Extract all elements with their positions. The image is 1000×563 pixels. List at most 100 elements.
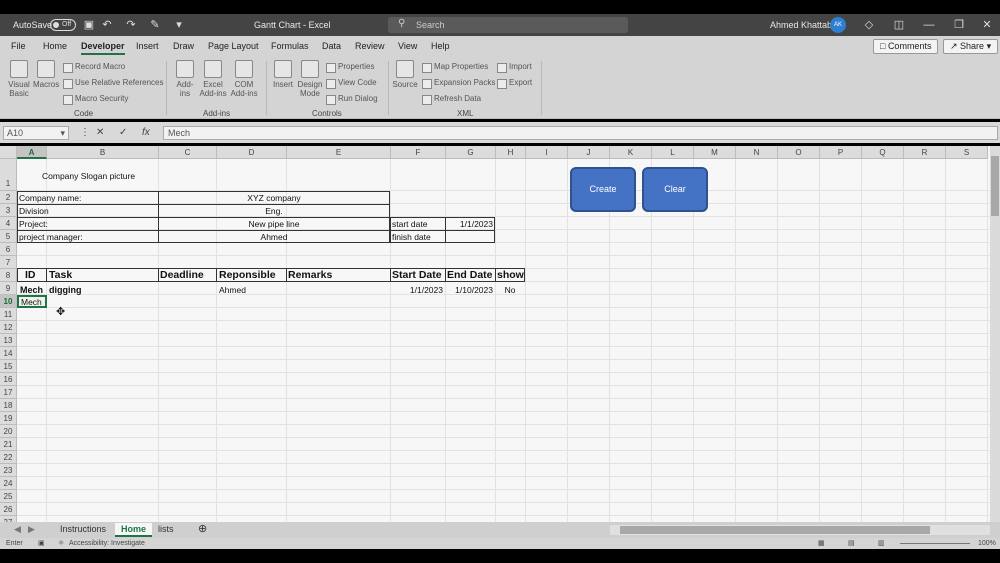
cancel-icon[interactable]: ✕ [96, 127, 104, 138]
comments-button[interactable]: □ Comments [873, 39, 939, 54]
column-header[interactable]: P [820, 146, 862, 159]
tab-developer[interactable]: Developer [81, 41, 125, 55]
autosave-toggle[interactable]: Off [50, 19, 76, 31]
column-header[interactable]: M [694, 146, 736, 159]
row-header[interactable]: 20 [0, 425, 17, 438]
row-header[interactable]: 2 [0, 191, 17, 204]
column-header[interactable]: L [652, 146, 694, 159]
header-id[interactable]: ID [25, 268, 36, 282]
tab-insert[interactable]: Insert [136, 41, 159, 51]
row-header[interactable]: 5 [0, 230, 17, 243]
view-code-button[interactable]: View Code [326, 78, 377, 89]
row-header[interactable]: 15 [0, 360, 17, 373]
row-header[interactable]: 23 [0, 464, 17, 477]
sheet-tab-lists[interactable]: lists [152, 523, 180, 537]
design-mode-button[interactable]: Design Mode [296, 60, 324, 98]
header-task[interactable]: Task [49, 268, 72, 282]
sheet-tab-instructions[interactable]: Instructions [54, 523, 112, 537]
company-name-label[interactable]: Company name: [19, 192, 81, 204]
worksheet-grid[interactable]: ABCDEFGHIJKLMNOPQRS 1 2 3 4 5 6 7 8 9 10 11 12 13 14 1… [0, 146, 990, 522]
visual-basic-button[interactable]: Visual Basic [6, 60, 32, 98]
formula-input[interactable]: Mech [163, 126, 998, 140]
start-date-label[interactable]: start date [392, 218, 427, 230]
row-header[interactable]: 3 [0, 204, 17, 217]
row-header[interactable]: 12 [0, 321, 17, 334]
row-header[interactable]: 6 [0, 243, 17, 256]
column-header[interactable]: S [946, 146, 988, 159]
scroll-tabs-right-icon[interactable]: ▶ [22, 523, 41, 537]
minimize-icon[interactable]: — [922, 18, 936, 32]
finish-date-label[interactable]: finish date [392, 231, 431, 243]
task-responsible-cell[interactable]: Ahmed [219, 284, 246, 296]
excel-add-ins-button[interactable]: Excel Add-ins [198, 60, 228, 98]
horizontal-scroll-thumb[interactable] [620, 526, 930, 534]
tab-view[interactable]: View [398, 41, 417, 51]
zoom-level[interactable]: 100% [978, 540, 996, 547]
column-header[interactable]: N [736, 146, 778, 159]
column-header[interactable]: K [610, 146, 652, 159]
macro-security-button[interactable]: Macro Security [63, 94, 128, 105]
record-macro-button[interactable]: Record Macro [63, 62, 125, 73]
row-header[interactable]: 22 [0, 451, 17, 464]
customize-toolbar-icon[interactable]: ▾ [172, 18, 186, 32]
header-remarks[interactable]: Remarks [288, 268, 332, 282]
column-header[interactable]: J [568, 146, 610, 159]
create-button[interactable]: Create [570, 167, 636, 212]
tab-formulas[interactable]: Formulas [271, 41, 309, 51]
header-reponsible[interactable]: Reponsible [219, 268, 276, 282]
row-header[interactable]: 13 [0, 334, 17, 347]
macro-record-icon[interactable]: ▣ [38, 539, 45, 547]
column-header[interactable]: R [904, 146, 946, 159]
column-header[interactable]: E [287, 146, 391, 159]
insert-control-button[interactable]: Insert [270, 60, 296, 89]
ribbon-display-icon[interactable]: ◫ [892, 18, 906, 32]
column-header[interactable]: F [391, 146, 446, 159]
row-header[interactable]: 21 [0, 438, 17, 451]
tab-draw[interactable]: Draw [173, 41, 194, 51]
properties-button[interactable]: Properties [326, 62, 374, 73]
vertical-scroll-thumb[interactable] [991, 156, 999, 216]
task-show-cell[interactable]: No [495, 284, 525, 296]
run-dialog-button[interactable]: Run Dialog [326, 94, 378, 105]
use-relative-references-button[interactable]: Use Relative References [63, 78, 163, 89]
source-button[interactable]: Source [392, 60, 418, 89]
normal-view-icon[interactable]: ▦ [818, 539, 825, 547]
project-value[interactable]: New pipe line [158, 218, 390, 230]
close-icon[interactable]: ✕ [980, 18, 994, 32]
division-label[interactable]: Division [19, 205, 49, 217]
column-header[interactable]: G [446, 146, 496, 159]
row-header[interactable]: 25 [0, 490, 17, 503]
accessibility-status[interactable]: Accessibility: Investigate [69, 540, 145, 547]
division-value[interactable]: Eng. [158, 205, 390, 217]
column-header[interactable]: D [217, 146, 287, 159]
avatar[interactable]: AK [830, 17, 846, 33]
header-deadline[interactable]: Deadline [160, 268, 204, 282]
column-header[interactable]: C [159, 146, 217, 159]
select-all-corner[interactable] [0, 146, 17, 159]
tab-file[interactable]: File [11, 41, 26, 51]
project-manager-label[interactable]: project manager: [19, 231, 83, 243]
tab-home[interactable]: Home [43, 41, 67, 51]
row-header[interactable]: 19 [0, 412, 17, 425]
clear-button[interactable]: Clear [642, 167, 708, 212]
column-header[interactable]: A [17, 146, 47, 159]
insert-function-icon[interactable]: fx [142, 127, 150, 138]
search-box[interactable]: ⚲ Search [388, 17, 628, 33]
add-ins-button[interactable]: Add-ins [172, 60, 198, 98]
row-header[interactable]: 9 [0, 282, 17, 295]
row-header[interactable]: 8 [0, 269, 17, 282]
row-header[interactable]: 26 [0, 503, 17, 516]
row-header[interactable]: 4 [0, 217, 17, 230]
horizontal-scrollbar[interactable] [610, 525, 990, 535]
export-button[interactable]: Export [497, 78, 532, 89]
column-header[interactable]: O [778, 146, 820, 159]
page-layout-view-icon[interactable]: ▤ [848, 539, 855, 547]
row-header[interactable]: 18 [0, 399, 17, 412]
page-break-view-icon[interactable]: ▥ [878, 539, 885, 547]
row-header[interactable]: 7 [0, 256, 17, 269]
start-date-value[interactable]: 1/1/2023 [446, 218, 493, 230]
column-header[interactable]: Q [862, 146, 904, 159]
slogan-cell[interactable]: Company Slogan picture [42, 170, 135, 182]
zoom-slider[interactable] [900, 543, 970, 544]
header-start-date[interactable]: Start Date [392, 268, 442, 282]
